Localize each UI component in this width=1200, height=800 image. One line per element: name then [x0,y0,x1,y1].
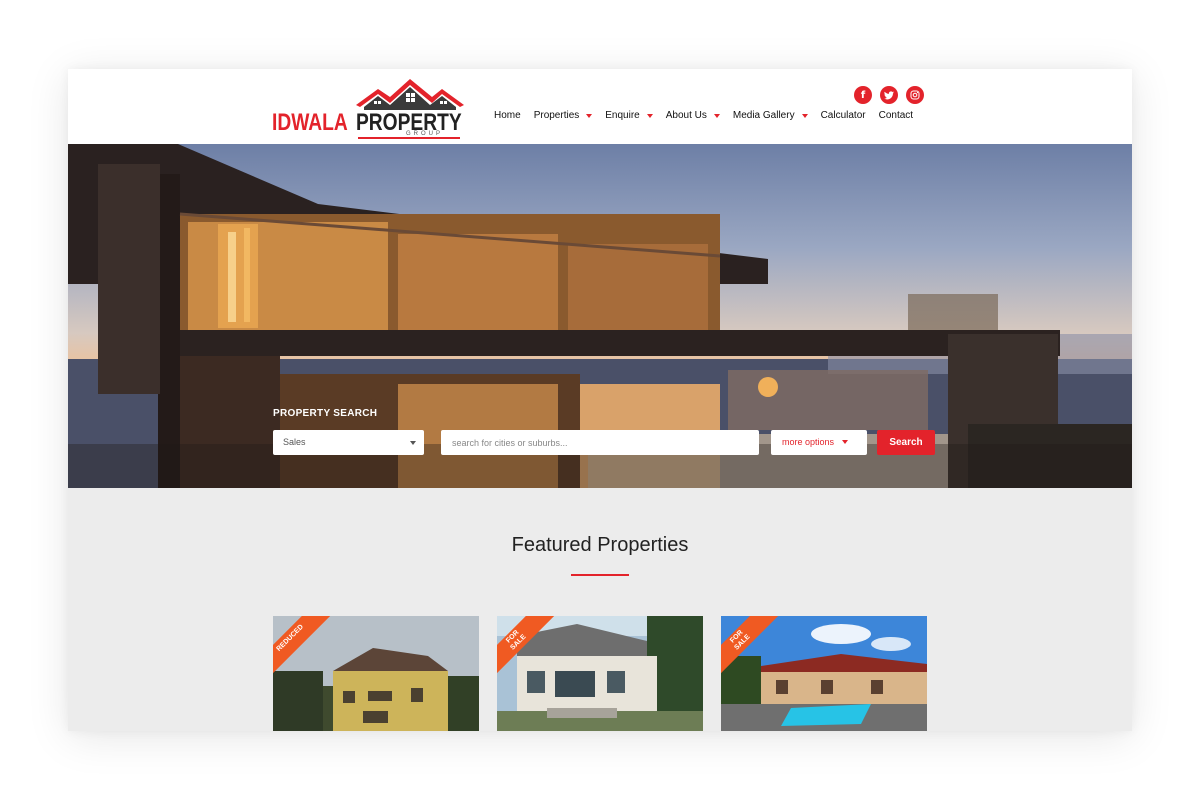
more-options-label: more options [782,437,835,447]
nav-label: Enquire [605,110,640,121]
property-search-title: PROPERTY SEARCH [273,408,378,419]
logo-text-idwala: IDWALA [272,109,348,136]
logo-underline [358,137,460,139]
brand-logo[interactable]: IDWALA PROPERTY GROUP [272,77,464,139]
browser-frame: IDWALA PROPERTY GROUP f Home Properties … [68,69,1132,731]
nav-item-properties[interactable]: Properties [534,110,593,121]
logo-text-group: GROUP [406,131,444,137]
featured-properties-title: Featured Properties [511,534,689,556]
listing-type-value: Sales [283,437,306,447]
property-card[interactable]: FOR SALE [721,616,927,731]
nav-label: Home [494,110,521,121]
nav-item-enquire[interactable]: Enquire [605,110,653,121]
instagram-icon[interactable] [906,86,924,104]
main-nav: Home Properties Enquire About Us Media G… [494,110,913,121]
nav-label: Calculator [820,110,866,121]
nav-item-contact[interactable]: Contact [879,110,913,121]
title-divider [571,574,629,576]
twitter-icon[interactable] [880,86,898,104]
chevron-down-icon [713,113,720,118]
property-card[interactable]: REDUCED [273,616,479,731]
chevron-down-icon [801,113,808,118]
nav-item-about-us[interactable]: About Us [666,110,720,121]
nav-label: About Us [665,110,707,121]
nav-label: Properties [533,110,580,121]
social-links: f [854,86,924,104]
search-button[interactable]: Search [877,430,935,455]
nav-label: Media Gallery [732,110,795,121]
nav-item-media-gallery[interactable]: Media Gallery [733,110,808,121]
property-card[interactable]: FOR SALE [497,616,703,731]
chevron-down-icon [646,113,653,118]
nav-item-calculator[interactable]: Calculator [821,110,866,121]
hero-banner: PROPERTY SEARCH Sales more options Searc… [68,144,1132,488]
chevron-down-icon [842,440,849,444]
facebook-icon[interactable]: f [854,86,872,104]
site-header: IDWALA PROPERTY GROUP f Home Properties … [68,69,1132,144]
chevron-down-icon [410,441,416,445]
more-options-dropdown[interactable]: more options [771,430,867,455]
listing-type-select[interactable]: Sales [273,430,424,455]
nav-item-home[interactable]: Home [494,110,521,121]
nav-label: Contact [878,110,914,121]
chevron-down-icon [586,113,593,118]
location-search-input[interactable] [441,430,759,455]
